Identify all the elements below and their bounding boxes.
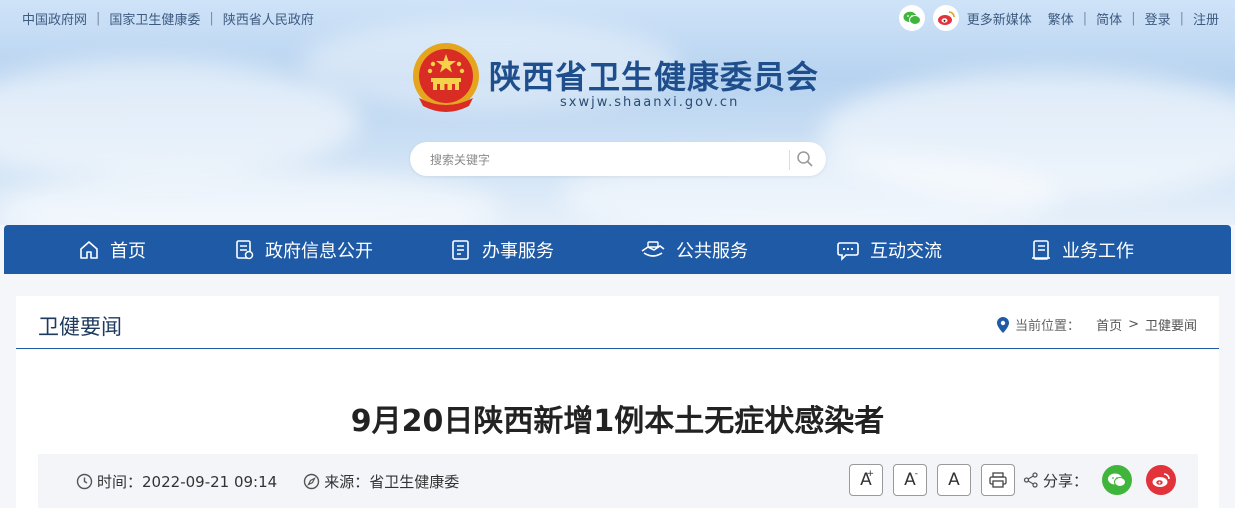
article-source: 省卫生健康委	[369, 473, 460, 491]
article-meta-bar: 时间： 2022-09-21 09:14 来源： 省卫生健康委 A + A- A …	[38, 454, 1198, 508]
printer-icon	[989, 472, 1007, 488]
breadcrumb-current[interactable]: 卫健要闻	[1145, 315, 1197, 334]
nav-item-interaction[interactable]: 互动交流	[836, 225, 942, 274]
article-meta: 时间： 2022-09-21 09:14 来源： 省卫生健康委	[76, 471, 459, 492]
top-link-nhc[interactable]: 国家卫生健康委	[109, 9, 200, 28]
login-link[interactable]: 登录	[1145, 9, 1171, 28]
breadcrumb-home[interactable]: 首页	[1096, 315, 1122, 334]
top-link-gov[interactable]: 中国政府网	[22, 9, 87, 28]
top-right-links: 更多新媒体 繁体 | 简体 | 登录 | 注册	[898, 5, 1219, 31]
site-domain: sxwjw.shaanxi.gov.cn	[560, 95, 740, 110]
section-header: 卫健要闻 当前位置： 首页 > 卫健要闻	[16, 296, 1219, 349]
nav-label-public-services: 公共服务	[676, 240, 748, 262]
simplified-link[interactable]: 简体	[1096, 9, 1122, 28]
nav-label-gov-info: 政府信息公开	[265, 240, 373, 262]
font-medium-button[interactable]: A-	[892, 464, 927, 496]
share-label-wrap: 分享：	[1023, 470, 1088, 491]
breadcrumb: 当前位置： 首页 > 卫健要闻	[997, 315, 1197, 334]
nav-label-business: 业务工作	[1062, 240, 1134, 262]
form-icon	[452, 239, 469, 260]
main-content: 卫健要闻 当前位置： 首页 > 卫健要闻 9月20日陕西新增1例本土无症状感染者…	[16, 296, 1219, 508]
home-icon	[80, 240, 98, 259]
share-wechat-button[interactable]	[1102, 465, 1132, 495]
weibo-top-icon[interactable]	[932, 5, 959, 31]
print-button[interactable]	[980, 464, 1015, 496]
location-pin-icon	[997, 316, 1010, 333]
section-title: 卫健要闻	[38, 315, 122, 339]
share-icon	[1023, 472, 1038, 488]
share-label: 分享：	[1042, 471, 1088, 490]
search-icon	[797, 151, 813, 167]
font-small-button[interactable]: A	[936, 464, 971, 496]
wechat-icon	[1108, 473, 1126, 487]
more-media-link[interactable]: 更多新媒体	[967, 9, 1032, 28]
national-emblem-logo	[409, 40, 483, 118]
nav-item-home[interactable]: 首页	[78, 225, 146, 274]
traditional-link[interactable]: 繁体	[1048, 9, 1074, 28]
time-label: 时间：	[97, 473, 143, 491]
search-button[interactable]	[789, 150, 816, 170]
header-banner: 中国政府网 | 国家卫生健康委 | 陕西省人民政府 更多新媒体 繁体 | 简体 …	[0, 0, 1235, 225]
font-large-button[interactable]: A +	[848, 464, 883, 496]
nav-item-public-services[interactable]: 公共服务	[640, 225, 748, 274]
top-bar: 中国政府网 | 国家卫生健康委 | 陕西省人民政府 更多新媒体 繁体 | 简体 …	[0, 0, 1235, 34]
source-label: 来源：	[324, 473, 370, 491]
nav-item-business[interactable]: 业务工作	[1030, 225, 1134, 274]
share-weibo-button[interactable]	[1146, 465, 1176, 495]
nav-item-gov-info[interactable]: 政府信息公开	[233, 225, 373, 274]
compass-icon	[303, 473, 320, 490]
nav-label-interaction: 互动交流	[870, 240, 942, 262]
document-list-icon	[236, 239, 254, 259]
top-link-shaanxi-gov[interactable]: 陕西省人民政府	[223, 9, 314, 28]
nav-item-services[interactable]: 办事服务	[450, 225, 554, 274]
top-links: 中国政府网 | 国家卫生健康委 | 陕西省人民政府	[22, 9, 314, 28]
breadcrumb-label: 当前位置：	[1015, 319, 1081, 334]
clock-icon	[76, 473, 93, 490]
publish-time: 2022-09-21 09:14	[142, 472, 278, 491]
article-tools: A + A- A 分享：	[839, 464, 1176, 496]
nav-label-home: 首页	[110, 240, 146, 262]
search-input[interactable]	[428, 142, 792, 178]
weibo-icon	[1152, 473, 1170, 487]
register-link[interactable]: 注册	[1193, 9, 1219, 28]
chat-icon	[837, 241, 859, 261]
handshake-icon	[641, 240, 665, 257]
wechat-top-icon[interactable]	[898, 5, 925, 31]
article-title: 9月20日陕西新增1例本土无症状感染者	[350, 404, 885, 439]
search-box	[410, 142, 826, 178]
book-icon	[1032, 239, 1050, 260]
site-title: 陕西省卫生健康委员会	[489, 58, 820, 96]
nav-label-services: 办事服务	[482, 240, 554, 262]
main-nav: 首页 政府信息公开 办事服务 公共服务 互动交流 业务工作	[4, 225, 1231, 274]
